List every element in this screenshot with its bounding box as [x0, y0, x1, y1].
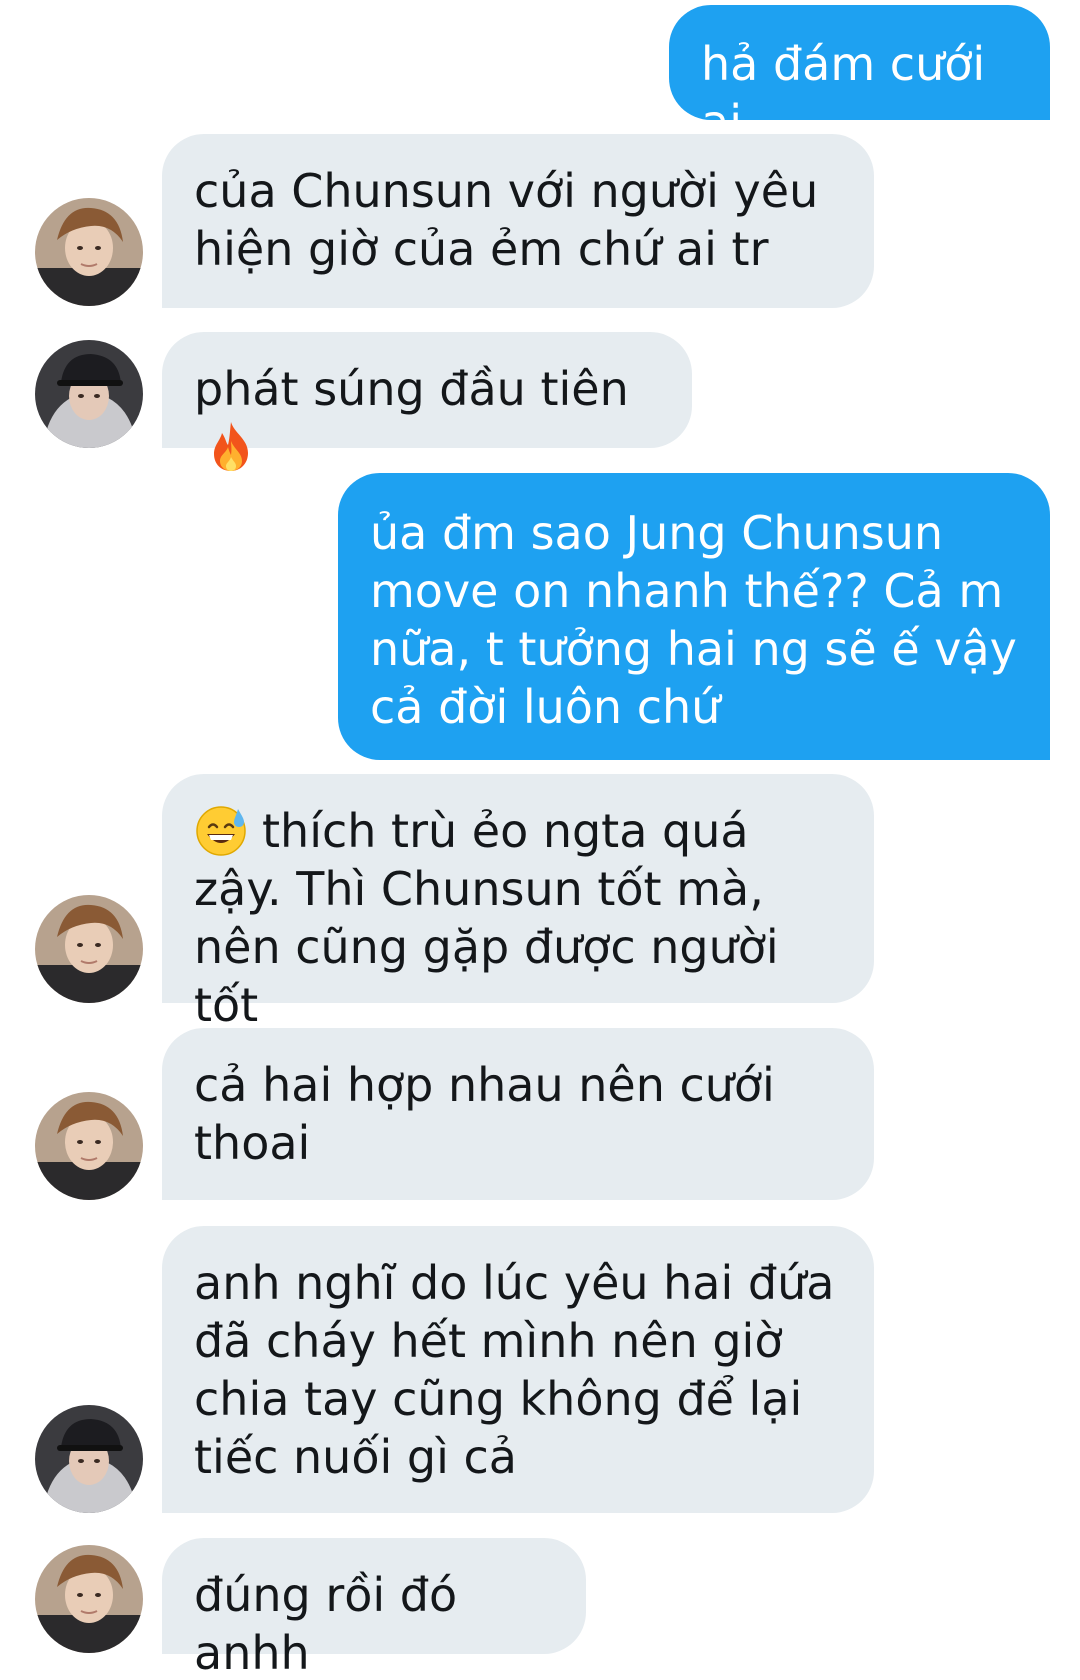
message-text: của Chunsun với người yêu hiện giờ của ẻ… [194, 164, 819, 276]
message-text: đúng rồi đó anhh [194, 1568, 458, 1680]
message-text: ủa đm sao Jung Chunsun move on nhanh thế… [370, 506, 1017, 734]
received-message-bubble[interactable]: thích trù ẻo ngta quá zậy. Thì Chunsun t… [162, 774, 874, 1032]
received-message-bubble[interactable]: của Chunsun với người yêu hiện giờ của ẻ… [162, 134, 874, 308]
message-text: hả đám cưới ai [701, 37, 986, 149]
grinning-sweat-emoji [194, 803, 248, 857]
contact-avatar[interactable] [35, 895, 143, 1003]
message-text: phát súng đầu tiên [194, 362, 629, 416]
received-message-bubble[interactable]: cả hai hợp nhau nên cưới thoai [162, 1028, 874, 1200]
received-message-bubble[interactable]: anh nghĩ do lúc yêu hai đứa đã cháy hết … [162, 1226, 874, 1513]
contact-avatar[interactable] [35, 1405, 143, 1513]
message-text: thích trù ẻo ngta quá zậy. Thì Chunsun t… [194, 804, 779, 1032]
contact-avatar[interactable] [35, 198, 143, 306]
chat-thread: hả đám cưới ai của Chunsun với người yêu… [0, 0, 1080, 1680]
received-message-bubble[interactable]: phát súng đầu tiên [162, 332, 692, 471]
contact-avatar[interactable] [35, 340, 143, 448]
sent-message-bubble[interactable]: ủa đm sao Jung Chunsun move on nhanh thế… [338, 473, 1050, 760]
fire-emoji [204, 419, 258, 473]
sent-message-bubble[interactable]: hả đám cưới ai [669, 5, 1050, 149]
message-text: cả hai hợp nhau nên cưới thoai [194, 1058, 775, 1170]
contact-avatar[interactable] [35, 1092, 143, 1200]
message-text: anh nghĩ do lúc yêu hai đứa đã cháy hết … [194, 1256, 835, 1484]
received-message-bubble[interactable]: đúng rồi đó anhh [162, 1538, 586, 1680]
contact-avatar[interactable] [35, 1545, 143, 1653]
